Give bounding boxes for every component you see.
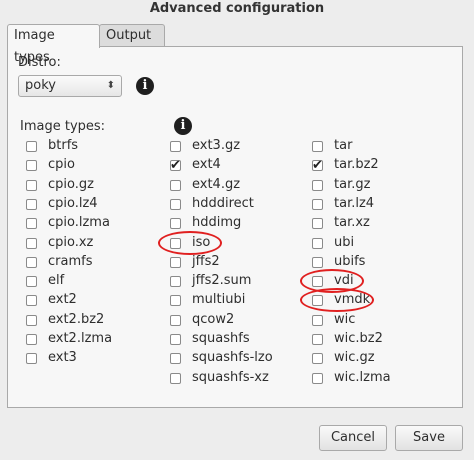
checkbox-label: elf <box>48 273 65 289</box>
checkbox-label: ext2.lzma <box>48 331 113 346</box>
checkbox-label: cpio.xz <box>48 234 94 250</box>
checkbox-unchecked[interactable] <box>170 237 181 249</box>
checkbox-label: vdi <box>334 273 354 289</box>
checkbox-unchecked[interactable] <box>312 141 323 152</box>
checkbox-unchecked[interactable] <box>312 276 323 288</box>
checkbox-label: ext3 <box>48 350 77 366</box>
checkbox-label: tar.gz <box>334 176 371 192</box>
checkbox-label: squashfs-xz <box>192 369 269 385</box>
checkbox-label: tar.lz4 <box>334 195 375 211</box>
checkbox-unchecked[interactable] <box>26 276 37 288</box>
checkbox-label: hddimg <box>192 215 242 231</box>
checkbox-label: cramfs <box>48 253 93 269</box>
checkbox-unchecked[interactable] <box>312 353 323 365</box>
checkbox-label: cpio.gz <box>48 176 94 192</box>
checkbox-label: tar <box>334 138 353 153</box>
checkbox-unchecked[interactable] <box>170 179 181 191</box>
image-types-panel: Distro: poky ⬍ i Image types: i btrfscpi… <box>7 46 463 408</box>
checkbox-label: ext3.gz <box>192 138 241 153</box>
checkbox-unchecked[interactable] <box>26 198 37 210</box>
checkbox-label: ext2.bz2 <box>48 311 105 327</box>
checkbox-label: wic.bz2 <box>334 331 383 346</box>
checkbox-unchecked[interactable] <box>170 353 181 365</box>
checkbox-unchecked[interactable] <box>26 141 37 152</box>
window-title: Advanced configuration <box>149 1 325 16</box>
checkbox-unchecked[interactable] <box>170 295 181 307</box>
checkbox-unchecked[interactable] <box>312 179 323 191</box>
checkbox-label: tar.xz <box>334 215 370 231</box>
checkbox-unchecked[interactable] <box>26 218 37 230</box>
checkbox-unchecked[interactable] <box>312 314 323 326</box>
checkbox-label: wic <box>334 311 356 327</box>
checkbox-unchecked[interactable] <box>170 218 181 230</box>
checkbox-unchecked[interactable] <box>26 237 37 249</box>
highlight-ellipse <box>300 269 364 294</box>
checkbox-unchecked[interactable] <box>170 141 181 152</box>
checkbox-label: cpio.lzma <box>48 215 110 231</box>
checkbox-unchecked[interactable] <box>26 353 37 365</box>
checkbox-unchecked[interactable] <box>26 314 37 326</box>
checkbox-unchecked[interactable] <box>26 256 37 268</box>
checkbox-label: ubi <box>334 234 355 250</box>
checkbox-label: jffs2.sum <box>192 273 252 289</box>
checkbox-unchecked[interactable] <box>312 218 323 230</box>
checkbox-label: btrfs <box>48 138 79 153</box>
checkbox-label: wic.lzma <box>334 369 391 385</box>
checkbox-unchecked[interactable] <box>26 179 37 191</box>
checkbox-label: jffs2 <box>192 253 220 269</box>
checkbox-unchecked[interactable] <box>170 256 181 268</box>
checkbox-label: qcow2 <box>192 311 235 327</box>
checkbox-unchecked[interactable] <box>312 237 323 249</box>
checkbox-unchecked[interactable] <box>312 334 323 345</box>
checkbox-unchecked[interactable] <box>170 276 181 288</box>
checkbox-label: iso <box>192 234 211 250</box>
checkbox-checked[interactable]: ✔ <box>312 158 323 174</box>
checkbox-unchecked[interactable] <box>312 295 323 307</box>
checkbox-unchecked[interactable] <box>312 372 323 384</box>
checkbox-label: squashfs-lzo <box>192 350 273 366</box>
checkbox-unchecked[interactable] <box>170 314 181 326</box>
tab-output[interactable]: Output <box>99 24 165 47</box>
image-types-grid: btrfs cpio cpio.gz cpio.lz4 cpio.lzma cpio.xz… <box>8 47 462 407</box>
checkbox-unchecked[interactable] <box>170 198 181 210</box>
checkbox-label: squashfs <box>192 331 250 346</box>
checkmark-icon: ✔ <box>312 158 323 174</box>
checkbox-label: ext2 <box>48 292 77 308</box>
checkbox-unchecked[interactable] <box>312 198 323 210</box>
highlight-ellipse <box>158 230 222 255</box>
checkbox-label: wic.gz <box>334 350 375 366</box>
checkbox-unchecked[interactable] <box>170 334 181 345</box>
checkbox-label: ext4 <box>192 157 221 173</box>
checkbox-label: cpio <box>48 157 75 173</box>
checkbox-label: hdddirect <box>192 195 254 211</box>
checkbox-label: vmdk <box>334 292 371 308</box>
checkbox-unchecked[interactable] <box>170 372 181 384</box>
checkbox-unchecked[interactable] <box>26 295 37 307</box>
cancel-button[interactable]: Cancel <box>319 425 387 451</box>
checkbox-unchecked[interactable] <box>312 256 323 268</box>
checkbox-label: tar.bz2 <box>334 157 379 173</box>
tab-image-types[interactable]: Image types <box>7 24 100 65</box>
checkbox-unchecked[interactable] <box>26 334 37 345</box>
checkbox-label: ubifs <box>334 253 366 269</box>
save-button[interactable]: Save <box>395 425 463 451</box>
checkbox-label: ext4.gz <box>192 176 241 192</box>
checkbox-label: multiubi <box>192 292 246 308</box>
checkbox-checked[interactable]: ✔ <box>170 158 181 174</box>
checkbox-unchecked[interactable] <box>26 160 37 172</box>
checkbox-label: cpio.lz4 <box>48 195 98 211</box>
checkmark-icon: ✔ <box>170 158 181 174</box>
